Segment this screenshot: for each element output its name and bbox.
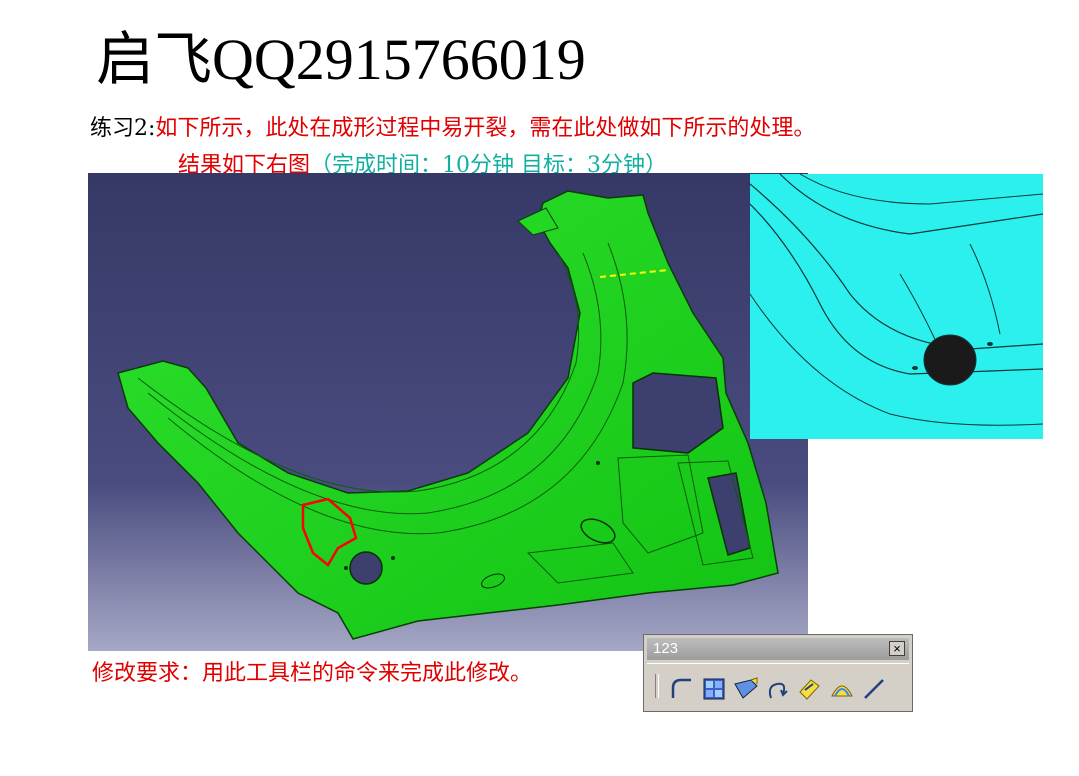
exercise-instruction: 如下所示，此处在成形过程中易开裂，需在此处做如下所示的处理。 [155, 116, 816, 141]
detail-render [750, 174, 1043, 439]
sweep-icon[interactable] [733, 676, 759, 702]
page-title: 启飞QQ2915766019 [96, 27, 586, 92]
close-icon[interactable]: × [889, 641, 905, 656]
curve-icon[interactable] [765, 676, 791, 702]
fillet-icon[interactable] [669, 676, 695, 702]
surface-edit-icon[interactable] [797, 676, 823, 702]
line-icon[interactable] [861, 676, 887, 702]
split-faces-icon[interactable] [701, 676, 727, 702]
toolbar-123[interactable]: 123 × [643, 634, 913, 712]
toolbar-name: 123 [653, 640, 679, 657]
part-render [88, 173, 808, 651]
requirement-text: 修改要求：用此工具栏的命令来完成此修改。 [92, 661, 533, 686]
main-3d-view[interactable] [88, 173, 808, 651]
shape-fillet-icon[interactable] [829, 676, 855, 702]
toolbar-grip[interactable] [655, 674, 659, 698]
round-hole [349, 551, 383, 585]
result-detail-view [750, 174, 1043, 439]
detail-hole [923, 334, 977, 386]
exercise-label: 练习2: [90, 116, 156, 141]
toolbar-body [647, 663, 909, 708]
exercise-line: 练习2:如下所示，此处在成形过程中易开裂，需在此处做如下所示的处理。 [90, 110, 815, 142]
toolbar-title-bar[interactable]: 123 × [647, 638, 909, 660]
